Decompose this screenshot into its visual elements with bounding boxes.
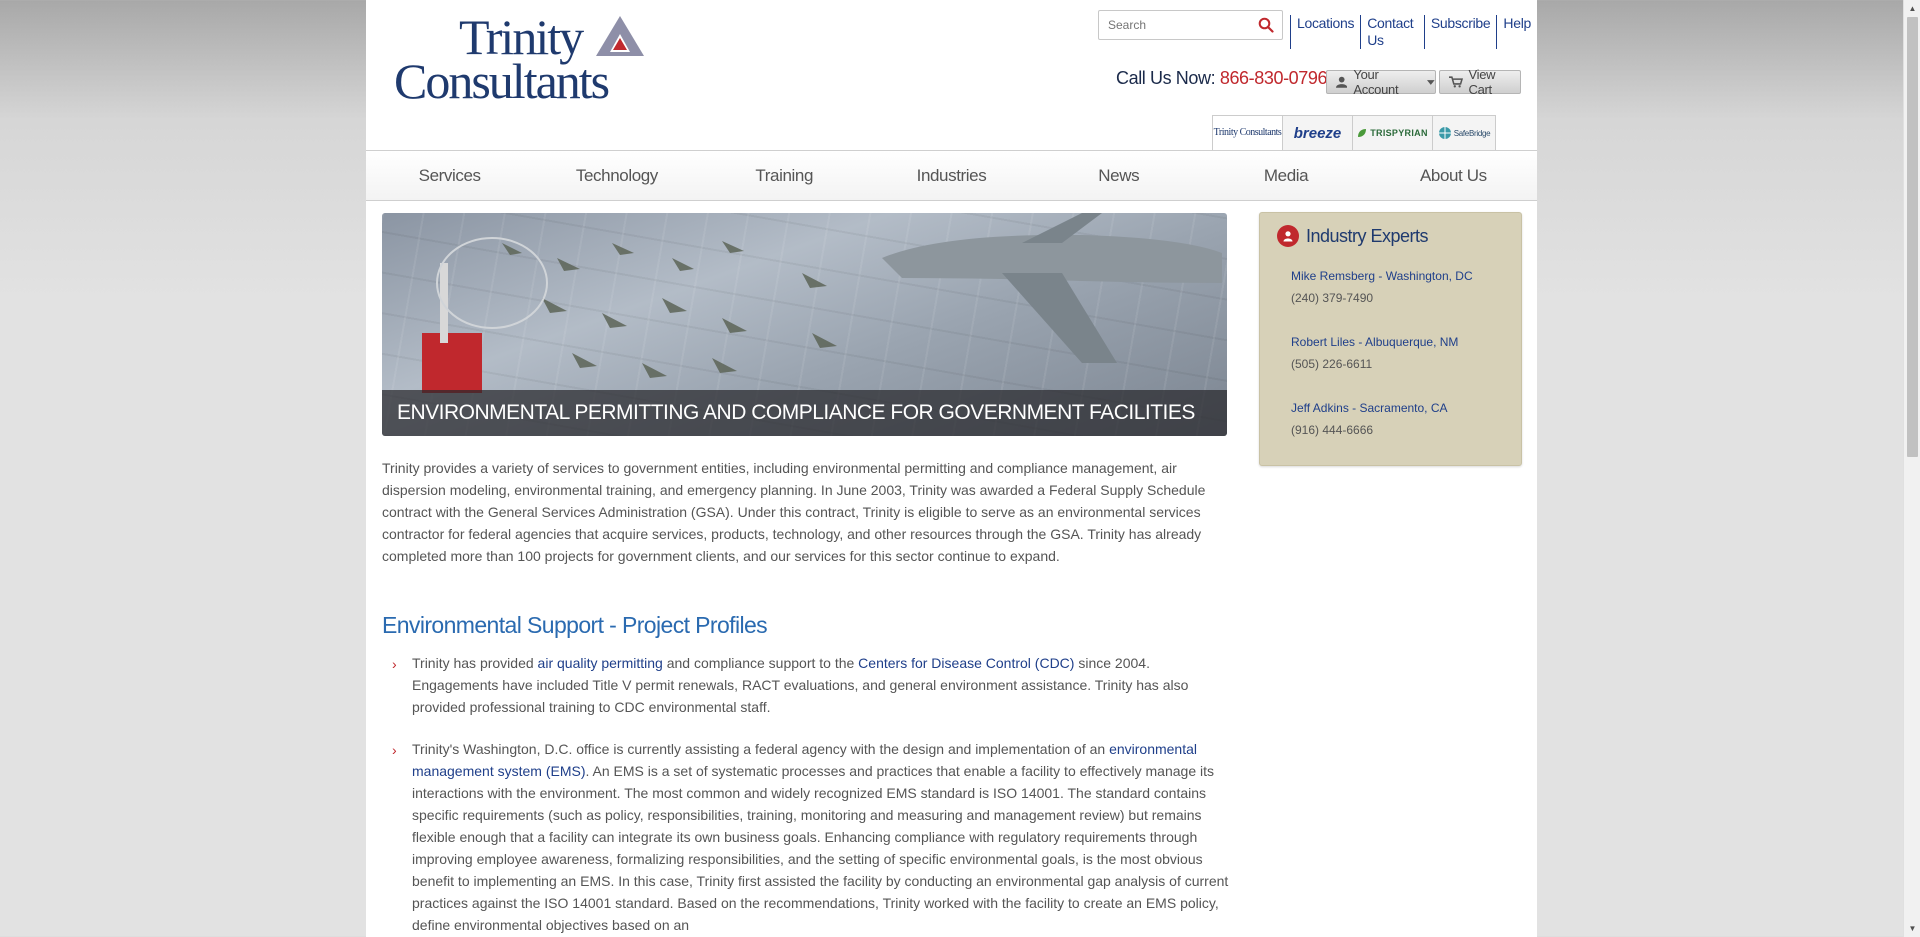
nav-technology[interactable]: Technology: [533, 151, 700, 200]
phone-number[interactable]: 866-830-0796: [1220, 68, 1328, 88]
contact-us-link[interactable]: Contact Us: [1360, 15, 1424, 49]
trinity-logo[interactable]: Trinity Consultants: [394, 12, 664, 104]
industry-experts-panel: Industry Experts Mike Remsberg - Washing…: [1259, 212, 1522, 466]
nav-media[interactable]: Media: [1202, 151, 1369, 200]
call-label: Call Us Now:: [1116, 68, 1216, 88]
chevron-right-icon: ›: [392, 742, 397, 758]
profile-2-text-a: Trinity's Washington, D.C. office is cur…: [412, 741, 1110, 757]
cdc-link[interactable]: Centers for Disease Control (CDC): [858, 655, 1074, 671]
utility-links: Locations Contact Us Subscribe Help: [1290, 15, 1537, 49]
chevron-right-icon: ›: [392, 656, 397, 672]
expert-phone: (916) 444-6666: [1291, 423, 1374, 437]
air-quality-permitting-link[interactable]: air quality permitting: [538, 655, 663, 671]
brand-tab-breeze[interactable]: breeze: [1283, 116, 1353, 150]
expert-phone: (240) 379-7490: [1291, 291, 1374, 305]
search-input[interactable]: [1099, 11, 1249, 39]
account-label: Your Account: [1353, 67, 1399, 97]
main-nav: Services Technology Training Industries …: [366, 150, 1537, 201]
user-icon: [1336, 76, 1348, 88]
profile-2-text-b: . An EMS is a set of systematic processe…: [412, 763, 1229, 933]
hero-banner: ENVIRONMENTAL PERMITTING AND COMPLIANCE …: [382, 213, 1227, 436]
scrollbar-thumb[interactable]: [1907, 17, 1918, 457]
safebridge-globe-icon: [1438, 127, 1451, 139]
list-item: › Trinity has provided air quality permi…: [382, 652, 1232, 718]
person-icon: [1277, 225, 1299, 247]
brand-tab-trinity[interactable]: Trinity Consultants: [1213, 116, 1283, 150]
nav-industries[interactable]: Industries: [868, 151, 1035, 200]
brand-safebridge-label: SafeBridge: [1453, 128, 1491, 138]
brand-breeze-label: breeze: [1293, 124, 1342, 142]
page-container: Trinity Consultants Locations Contact Us…: [366, 0, 1537, 937]
nav-services[interactable]: Services: [366, 151, 533, 200]
nav-about-us[interactable]: About Us: [1370, 151, 1537, 200]
brand-trinity-label: Trinity Consultants: [1213, 127, 1282, 138]
help-link[interactable]: Help: [1496, 15, 1537, 49]
locations-link[interactable]: Locations: [1290, 15, 1360, 49]
vertical-scrollbar[interactable]: ▲ ▼: [1903, 0, 1920, 937]
experts-title: Industry Experts: [1306, 225, 1429, 246]
intro-paragraph: Trinity provides a variety of services t…: [382, 460, 1206, 564]
brand-trispyrian-label: TRISPYRIAN: [1370, 128, 1428, 138]
project-profiles-list: › Trinity has provided air quality permi…: [382, 652, 1232, 937]
scroll-down-arrow-icon[interactable]: ▼: [1904, 920, 1920, 937]
profile-1-text-a: Trinity has provided: [412, 655, 538, 671]
experts-list: Mike Remsberg - Washington, DC (240) 379…: [1291, 265, 1473, 463]
nav-training[interactable]: Training: [701, 151, 868, 200]
caret-down-icon: [1427, 79, 1435, 85]
brand-tabs: Trinity Consultants breeze TRISPYRIAN Sa…: [1212, 115, 1496, 150]
scroll-up-arrow-icon[interactable]: ▲: [1904, 0, 1920, 17]
brand-tab-safebridge[interactable]: SafeBridge: [1433, 116, 1495, 150]
list-item: Jeff Adkins - Sacramento, CA (916) 444-6…: [1291, 397, 1473, 441]
call-now: Call Us Now: 866-830-0796: [1116, 68, 1328, 89]
logo-graphic: Trinity Consultants: [394, 12, 644, 104]
profile-1-text-b: and compliance support to the: [662, 655, 859, 671]
your-account-button[interactable]: Your Account: [1326, 67, 1436, 97]
experts-header: Industry Experts: [1277, 225, 1429, 247]
expert-link[interactable]: Mike Remsberg - Washington, DC: [1291, 265, 1473, 287]
search-icon[interactable]: [1258, 17, 1274, 33]
nav-news[interactable]: News: [1035, 151, 1202, 200]
expert-link[interactable]: Robert Liles - Albuquerque, NM: [1291, 331, 1473, 353]
view-cart-button[interactable]: View Cart: [1439, 67, 1521, 97]
list-item: Mike Remsberg - Washington, DC (240) 379…: [1291, 265, 1473, 309]
trispyrian-leaf-icon: [1358, 129, 1367, 137]
search-box: [1098, 10, 1283, 40]
cart-icon: [1449, 76, 1463, 88]
list-item: Robert Liles - Albuquerque, NM (505) 226…: [1291, 331, 1473, 375]
brand-tab-trispyrian[interactable]: TRISPYRIAN: [1353, 116, 1433, 150]
expert-link[interactable]: Jeff Adkins - Sacramento, CA: [1291, 397, 1473, 419]
svg-text:Consultants: Consultants: [394, 53, 609, 104]
cart-label: View Cart: [1468, 67, 1496, 97]
hero-caption: ENVIRONMENTAL PERMITTING AND COMPLIANCE …: [382, 390, 1227, 436]
section-title: Environmental Support - Project Profiles: [382, 612, 768, 638]
expert-phone: (505) 226-6611: [1291, 357, 1373, 371]
list-item: › Trinity's Washington, D.C. office is c…: [382, 738, 1232, 936]
subscribe-link[interactable]: Subscribe: [1423, 15, 1497, 49]
